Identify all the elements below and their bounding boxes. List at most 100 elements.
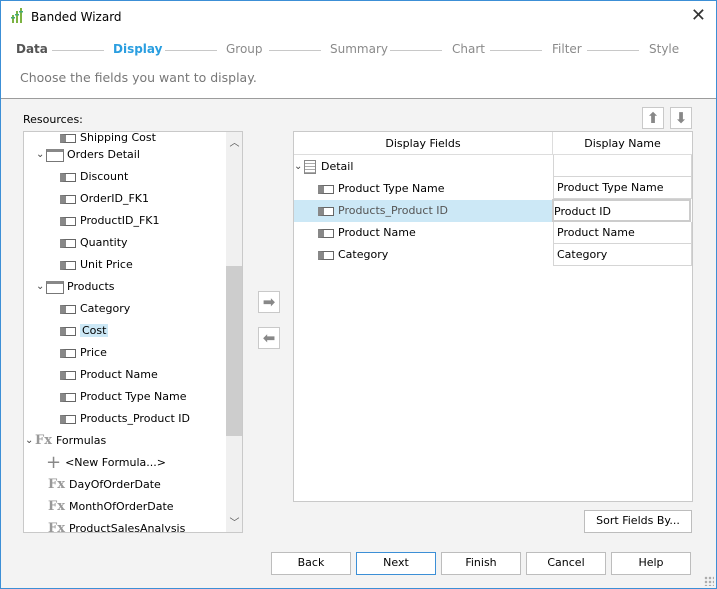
table-row[interactable]: Category — [318, 245, 388, 265]
arrow-left-icon: ⬅ — [262, 329, 276, 347]
field-icon — [60, 304, 76, 314]
back-button[interactable]: Back — [271, 552, 351, 575]
tree-item-orders-detail[interactable]: ⌄ Orders Detail — [36, 145, 140, 165]
field-icon — [60, 370, 76, 380]
tree-item-label: Cost — [80, 324, 109, 337]
tree-item[interactable]: ProductID_FK1 — [60, 211, 160, 231]
sort-fields-button[interactable]: Sort Fields By... — [584, 510, 692, 533]
chevron-down-icon[interactable]: ⌄ — [25, 431, 35, 451]
help-button[interactable]: Help — [611, 552, 691, 575]
next-button[interactable]: Next — [356, 552, 436, 575]
tree-item-label: Unit Price — [80, 258, 133, 271]
table-icon — [46, 148, 64, 162]
field-icon — [60, 348, 76, 358]
scroll-down-icon[interactable]: ﹀ — [226, 514, 242, 529]
app-logo-icon — [11, 8, 23, 23]
tree-item[interactable]: Discount — [60, 167, 128, 187]
display-name-input[interactable]: Product ID — [552, 199, 691, 222]
field-label: Product Name — [338, 226, 416, 239]
detail-icon — [304, 160, 316, 174]
step-summary[interactable]: Summary — [330, 42, 388, 56]
tree-item-products[interactable]: ⌄ Products — [36, 277, 115, 297]
window-title: Banded Wizard — [31, 10, 122, 24]
tree-item[interactable]: Category — [60, 299, 130, 319]
display-name-cell[interactable]: Category — [553, 244, 692, 266]
cancel-button[interactable]: Cancel — [526, 552, 606, 575]
column-header-display-name: Display Name — [553, 132, 692, 155]
scroll-up-icon[interactable]: ︿ — [226, 134, 242, 149]
move-down-button[interactable]: ⬇ — [670, 107, 692, 129]
tree-item-new-formula[interactable]: + <New Formula...> — [46, 453, 166, 473]
field-label: Category — [338, 248, 389, 261]
fx-icon: Fx — [48, 521, 65, 533]
chevron-down-icon[interactable]: ⌄ — [294, 157, 304, 177]
step-style[interactable]: Style — [649, 42, 679, 56]
display-name-cell[interactable]: Product Name — [553, 222, 692, 244]
tree-item-label: <New Formula...> — [65, 456, 166, 469]
scrollbar-thumb[interactable] — [226, 266, 242, 436]
add-field-button[interactable]: ➡ — [258, 291, 280, 313]
tree-item-formulas[interactable]: ⌄ Fx Formulas — [25, 431, 106, 451]
tree-item-selected[interactable]: Cost — [60, 321, 109, 341]
step-chart[interactable]: Chart — [452, 42, 485, 56]
arrow-down-icon: ⬇ — [674, 109, 688, 127]
tree-item[interactable]: Quantity — [60, 233, 128, 253]
chevron-down-icon[interactable]: ⌄ — [36, 277, 46, 297]
close-icon[interactable]: ✕ — [691, 5, 706, 26]
field-label: Product Type Name — [338, 182, 445, 195]
finish-button[interactable]: Finish — [441, 552, 521, 575]
tree-item-label: Product Type Name — [80, 390, 187, 403]
display-name-cell — [553, 155, 692, 177]
tree-item-label: DayOfOrderDate — [68, 478, 161, 491]
field-icon — [60, 392, 76, 402]
table-row-selected[interactable]: Products_Product ID — [318, 201, 448, 221]
tree-item-label: Products_Product ID — [80, 412, 190, 425]
arrow-right-icon: ➡ — [262, 293, 276, 311]
tree-item[interactable]: Fx DayOfOrderDate — [48, 475, 161, 495]
display-fields-table[interactable]: Display Fields Display Name ⌄ Detail Prod… — [293, 131, 693, 502]
tree-item[interactable]: Price — [60, 343, 107, 363]
field-icon — [60, 414, 76, 424]
tree-item[interactable]: Product Name — [60, 365, 158, 385]
field-icon — [60, 326, 76, 336]
resize-grip-icon[interactable] — [704, 576, 714, 586]
chevron-down-icon[interactable]: ⌄ — [36, 145, 46, 165]
tree-item[interactable]: Fx MonthOfOrderDate — [48, 497, 174, 517]
tree-item-label: Quantity — [80, 236, 128, 249]
move-up-button[interactable]: ⬆ — [642, 107, 664, 129]
table-row[interactable]: Product Name — [318, 223, 416, 243]
field-icon — [60, 172, 76, 182]
remove-field-button[interactable]: ⬅ — [258, 327, 280, 349]
field-icon — [318, 184, 334, 194]
step-description: Choose the fields you want to display. — [20, 70, 257, 85]
tree-item-label: Price — [80, 346, 107, 359]
tree-item[interactable]: Unit Price — [60, 255, 133, 275]
banded-wizard-window: Banded Wizard ✕ Data Display Group Summa… — [0, 0, 717, 589]
tree-item-label: Orders Detail — [67, 148, 140, 161]
tree-item-label: Category — [80, 302, 131, 315]
tree-item-label: Discount — [80, 170, 129, 183]
resources-tree[interactable]: Shipping Cost ⌄ Orders Detail Discount Or… — [23, 131, 243, 533]
wizard-steps: Data Display Group Summary Chart Filter … — [1, 42, 716, 58]
field-icon — [60, 238, 76, 248]
table-row[interactable]: Product Type Name — [318, 179, 444, 199]
tree-item-label: ProductSalesAnalysis — [68, 522, 186, 533]
fx-icon: Fx — [48, 499, 65, 514]
field-icon — [60, 216, 76, 226]
step-filter[interactable]: Filter — [552, 42, 582, 56]
step-display[interactable]: Display — [113, 42, 162, 56]
tree-item[interactable]: OrderID_FK1 — [60, 189, 149, 209]
step-data[interactable]: Data — [16, 42, 48, 56]
wizard-header: Banded Wizard ✕ Data Display Group Summa… — [1, 1, 716, 99]
group-row-detail[interactable]: ⌄ Detail — [294, 157, 353, 177]
field-icon — [318, 206, 334, 216]
step-group[interactable]: Group — [226, 42, 263, 56]
tree-item[interactable]: Products_Product ID — [60, 409, 190, 429]
field-icon — [60, 260, 76, 270]
tree-item-label: Shipping Cost — [80, 131, 156, 144]
field-icon — [60, 133, 76, 143]
display-name-cell[interactable]: Product Type Name — [553, 177, 692, 199]
tree-item-label: Products — [67, 280, 115, 293]
tree-item[interactable]: Product Type Name — [60, 387, 186, 407]
tree-item[interactable]: Fx ProductSalesAnalysis — [48, 519, 186, 533]
